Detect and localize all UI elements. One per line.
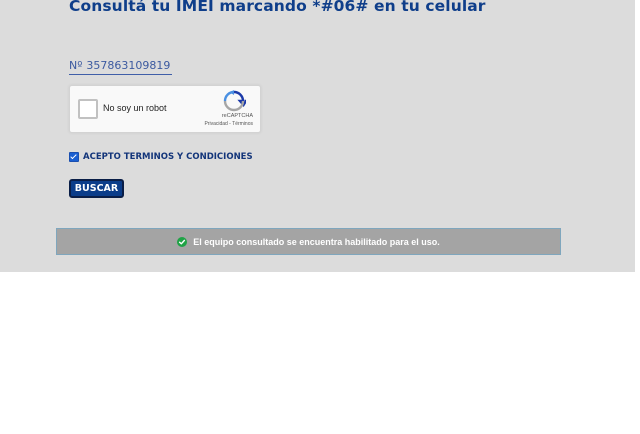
result-alert: El equipo consultado se encuentra habili… [56,228,561,255]
terms-row: ACEPTO TERMINOS Y CONDICIONES [69,152,253,162]
imei-prefix: Nº [69,59,83,72]
search-button[interactable]: BUSCAR [69,179,124,198]
imei-input[interactable]: Nº 357863109819 [69,57,172,75]
recaptcha-brand: reCAPTCHA [221,113,253,119]
recaptcha-widget: No soy un robot reCAPTCHA Privacidad - T… [69,85,261,133]
result-message: El equipo consultado se encuentra habili… [193,236,440,247]
recaptcha-checkbox[interactable] [78,99,98,119]
imei-check-panel: Consultá tu IMEI marcando *#06# en tu ce… [0,0,635,272]
imei-value[interactable]: 357863109819 [86,59,170,72]
page-title: Consultá tu IMEI marcando *#06# en tu ce… [69,0,486,15]
terms-checkbox[interactable] [69,152,79,162]
recaptcha-links[interactable]: Privacidad - Términos [204,121,253,127]
recaptcha-logo-icon [223,90,246,112]
check-circle-icon [177,236,188,247]
recaptcha-label: No soy un robot [103,103,167,113]
terms-label[interactable]: ACEPTO TERMINOS Y CONDICIONES [83,152,253,162]
